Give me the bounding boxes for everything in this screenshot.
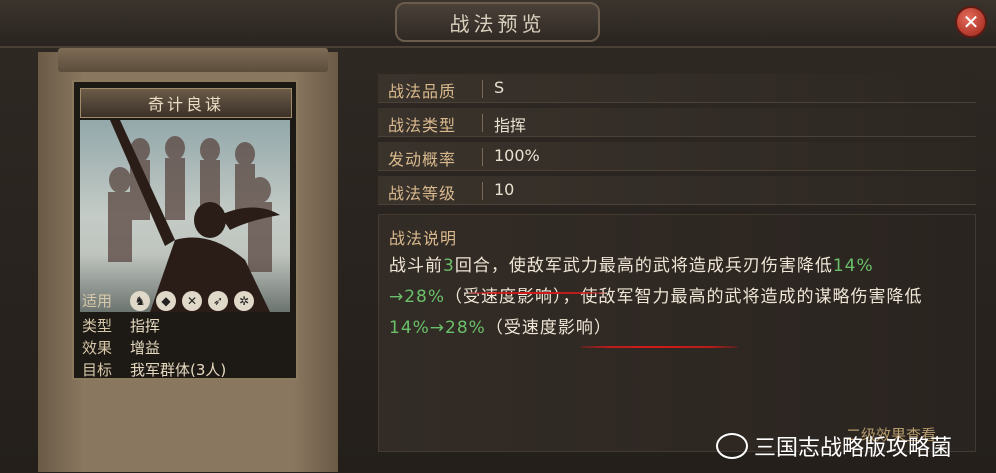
prop-row-level: 战法等级 10 (378, 176, 976, 205)
attr-key: 适用 (82, 292, 113, 310)
attr-row-units: 适用 ♞ ◆ ✕ ➶ ✲ (80, 290, 254, 311)
cavalry-icon: ♞ (130, 290, 150, 311)
title-bar: 战法预览 ✕ (0, 0, 996, 48)
tactic-name: 奇计良谋 (80, 88, 292, 118)
description-panel: 战法说明 战斗前3回合，使敌军武力最高的武将造成兵刃伤害降低14% →28%（受速… (378, 214, 976, 452)
attr-value: 增益 (130, 339, 161, 357)
desc-highlight: →28% (389, 287, 446, 307)
prop-row-chance: 发动概率 100% (378, 142, 976, 171)
desc-highlight: 14%→28% (389, 318, 486, 338)
window-title: 战法预览 (449, 11, 546, 36)
prop-key: 战法品质 (388, 82, 457, 101)
desc-part: 战斗前 (389, 256, 443, 276)
desc-part: （受速度影响） (485, 318, 612, 338)
scroll-roller (58, 48, 328, 72)
tactic-artwork (80, 120, 290, 312)
prop-value: 指挥 (494, 116, 527, 135)
prop-key: 发动概率 (388, 150, 457, 169)
title-box: 战法预览 (395, 2, 600, 42)
desc-highlight: 3 (443, 256, 455, 276)
attr-row-type: 类型 指挥 (80, 315, 160, 336)
prop-key: 战法等级 (388, 184, 457, 203)
red-underline-mark (580, 346, 738, 348)
description-heading: 战法说明 (389, 229, 458, 248)
attr-key: 类型 (82, 317, 113, 335)
divider (482, 80, 483, 98)
attr-key: 目标 (82, 361, 113, 379)
watermark-text: 三国志战略版攻略菌 (754, 436, 953, 461)
unit-icons: ♞ ◆ ✕ ➶ ✲ (130, 290, 254, 311)
spear-icon: ➶ (208, 290, 228, 311)
divider (482, 114, 483, 132)
prop-value: 100% (494, 146, 540, 165)
prop-value: 10 (494, 180, 515, 199)
attr-key: 效果 (82, 339, 113, 357)
divider (482, 182, 483, 200)
desc-highlight: 14% (832, 256, 874, 276)
prop-key: 战法类型 (388, 116, 457, 135)
desc-part: （受速度影响），使敌军智力最高的武将造成的谋略伤害降低 (445, 287, 923, 307)
attr-value: 指挥 (130, 317, 161, 335)
wheel-icon: ✲ (234, 290, 254, 311)
close-button[interactable]: ✕ (955, 6, 987, 38)
prop-row-quality: 战法品质 S (378, 74, 976, 103)
desc-part: 回合，使敌军武力最高的武将造成兵刃伤害降低 (454, 256, 833, 276)
description-text: 战斗前3回合，使敌军武力最高的武将造成兵刃伤害降低14% →28%（受速度影响），… (389, 251, 969, 344)
attr-value: 我军群体(3人) (130, 361, 227, 379)
prop-row-type: 战法类型 指挥 (378, 108, 976, 137)
attr-row-effect: 效果 增益 (80, 337, 160, 358)
weibo-icon (716, 433, 748, 459)
divider (482, 148, 483, 166)
attr-row-target: 目标 我军群体(3人) (80, 359, 226, 380)
shield-icon: ◆ (156, 290, 176, 311)
watermark: 三国志战略版攻略菌 (716, 430, 952, 462)
red-underline-mark (468, 292, 606, 294)
close-icon: ✕ (962, 10, 980, 34)
archer-icon: ✕ (182, 290, 202, 311)
prop-value: S (494, 78, 505, 97)
tactic-card[interactable]: 奇计良谋 适用 ♞ ◆ ✕ ➶ ✲ 类型 指挥 效果 增益 目标 我军群体(3人… (72, 80, 298, 380)
soldier-silhouette-illustration (108, 120, 280, 312)
